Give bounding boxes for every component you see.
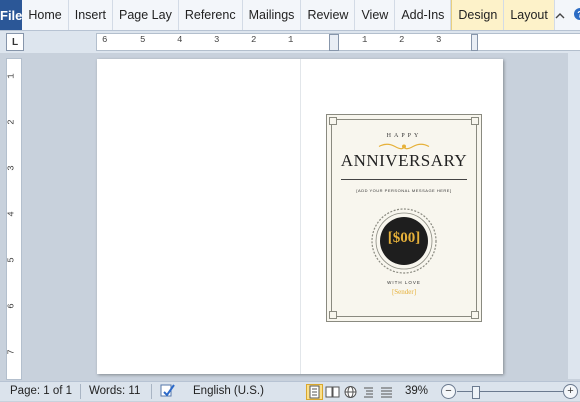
card-message: [ADD YOUR PERSONAL MESSAGE HERE] [356, 188, 452, 193]
ruler-number: 4 [6, 211, 17, 217]
corner-ornament [471, 311, 479, 319]
ruler-number: 3 [436, 35, 442, 45]
column-marker[interactable] [471, 34, 478, 51]
corner-ornament [471, 117, 479, 125]
word-count[interactable]: Words: 11 [89, 385, 140, 397]
card-with-love: WITH LOVE [387, 280, 421, 285]
print-layout-icon[interactable] [306, 384, 323, 400]
web-layout-icon[interactable] [342, 384, 359, 400]
zoom-in-button[interactable]: + [563, 384, 578, 399]
flourish-icon [378, 143, 430, 150]
status-bar: Page: 1 of 1 Words: 11 English (U.S.) 39… [0, 381, 580, 401]
ruler-number: 4 [177, 35, 183, 45]
separator [80, 384, 81, 399]
corner-ornament [329, 117, 337, 125]
ruler-number: 6 [6, 303, 17, 309]
draft-icon[interactable] [378, 384, 395, 400]
tab-insert[interactable]: Insert [69, 0, 114, 30]
ruler-number: 2 [6, 119, 17, 125]
separator [151, 384, 152, 399]
card-rule [341, 179, 467, 180]
horizontal-ruler[interactable]: 6 5 4 3 2 1 1 2 3 [96, 33, 580, 51]
tab-design[interactable]: Design [451, 0, 505, 30]
full-screen-reading-icon[interactable] [324, 384, 341, 400]
fold-line [300, 59, 301, 374]
language[interactable]: English (U.S.) [193, 385, 264, 397]
zoom-slider-thumb[interactable] [472, 386, 480, 399]
indent-marker[interactable] [329, 34, 339, 51]
tab-selector[interactable]: L [6, 33, 24, 51]
ruler-number: 7 [6, 349, 17, 355]
card-amount: [$00] [387, 230, 421, 246]
ruler-bar: L 6 5 4 3 2 1 1 2 3 [0, 31, 580, 53]
corner-ornament [329, 311, 337, 319]
card-sender: [Sender] [391, 288, 417, 296]
tab-layout[interactable]: Layout [504, 0, 555, 30]
tab-review[interactable]: Review [301, 0, 356, 30]
ruler-number: 1 [6, 73, 17, 79]
tab-page-layout[interactable]: Page Lay [113, 0, 179, 30]
ruler-number: 2 [399, 35, 405, 45]
tab-file[interactable]: File [0, 0, 23, 30]
ruler-number: 3 [214, 35, 220, 45]
page-count[interactable]: Page: 1 of 1 [10, 385, 72, 397]
ruler-number: 1 [362, 35, 368, 45]
ribbon-tab-bar: File Home Insert Page Lay Referenc Maili… [0, 0, 580, 31]
tab-mailings[interactable]: Mailings [243, 0, 302, 30]
card-title: ANNIVERSARY [340, 151, 468, 170]
ruler-number: 3 [6, 165, 17, 171]
vertical-scrollbar[interactable] [568, 53, 580, 379]
zoom-out-button[interactable]: − [441, 384, 456, 399]
proofing-icon[interactable] [160, 383, 176, 401]
tab-references[interactable]: Referenc [179, 0, 243, 30]
tab-view[interactable]: View [355, 0, 396, 30]
chevron-up-icon[interactable] [555, 8, 565, 23]
vertical-ruler[interactable]: 1 2 3 4 5 6 7 [6, 58, 22, 380]
ruler-number: 5 [6, 257, 17, 263]
anniversary-card[interactable]: HAPPY ANNIVERSARY [ADD YOUR PERSONAL MES… [326, 114, 482, 322]
tab-home[interactable]: Home [22, 0, 69, 30]
zoom-level[interactable]: 39% [405, 385, 428, 397]
ruler-number: 1 [288, 35, 294, 45]
help-icon[interactable]: ? [573, 7, 580, 24]
ruler-number: 6 [102, 35, 108, 45]
ruler-number: 5 [140, 35, 146, 45]
ruler-number: 2 [251, 35, 257, 45]
card-happy: HAPPY [386, 133, 422, 139]
tab-add-ins[interactable]: Add-Ins [395, 0, 452, 30]
outline-icon[interactable] [360, 384, 377, 400]
